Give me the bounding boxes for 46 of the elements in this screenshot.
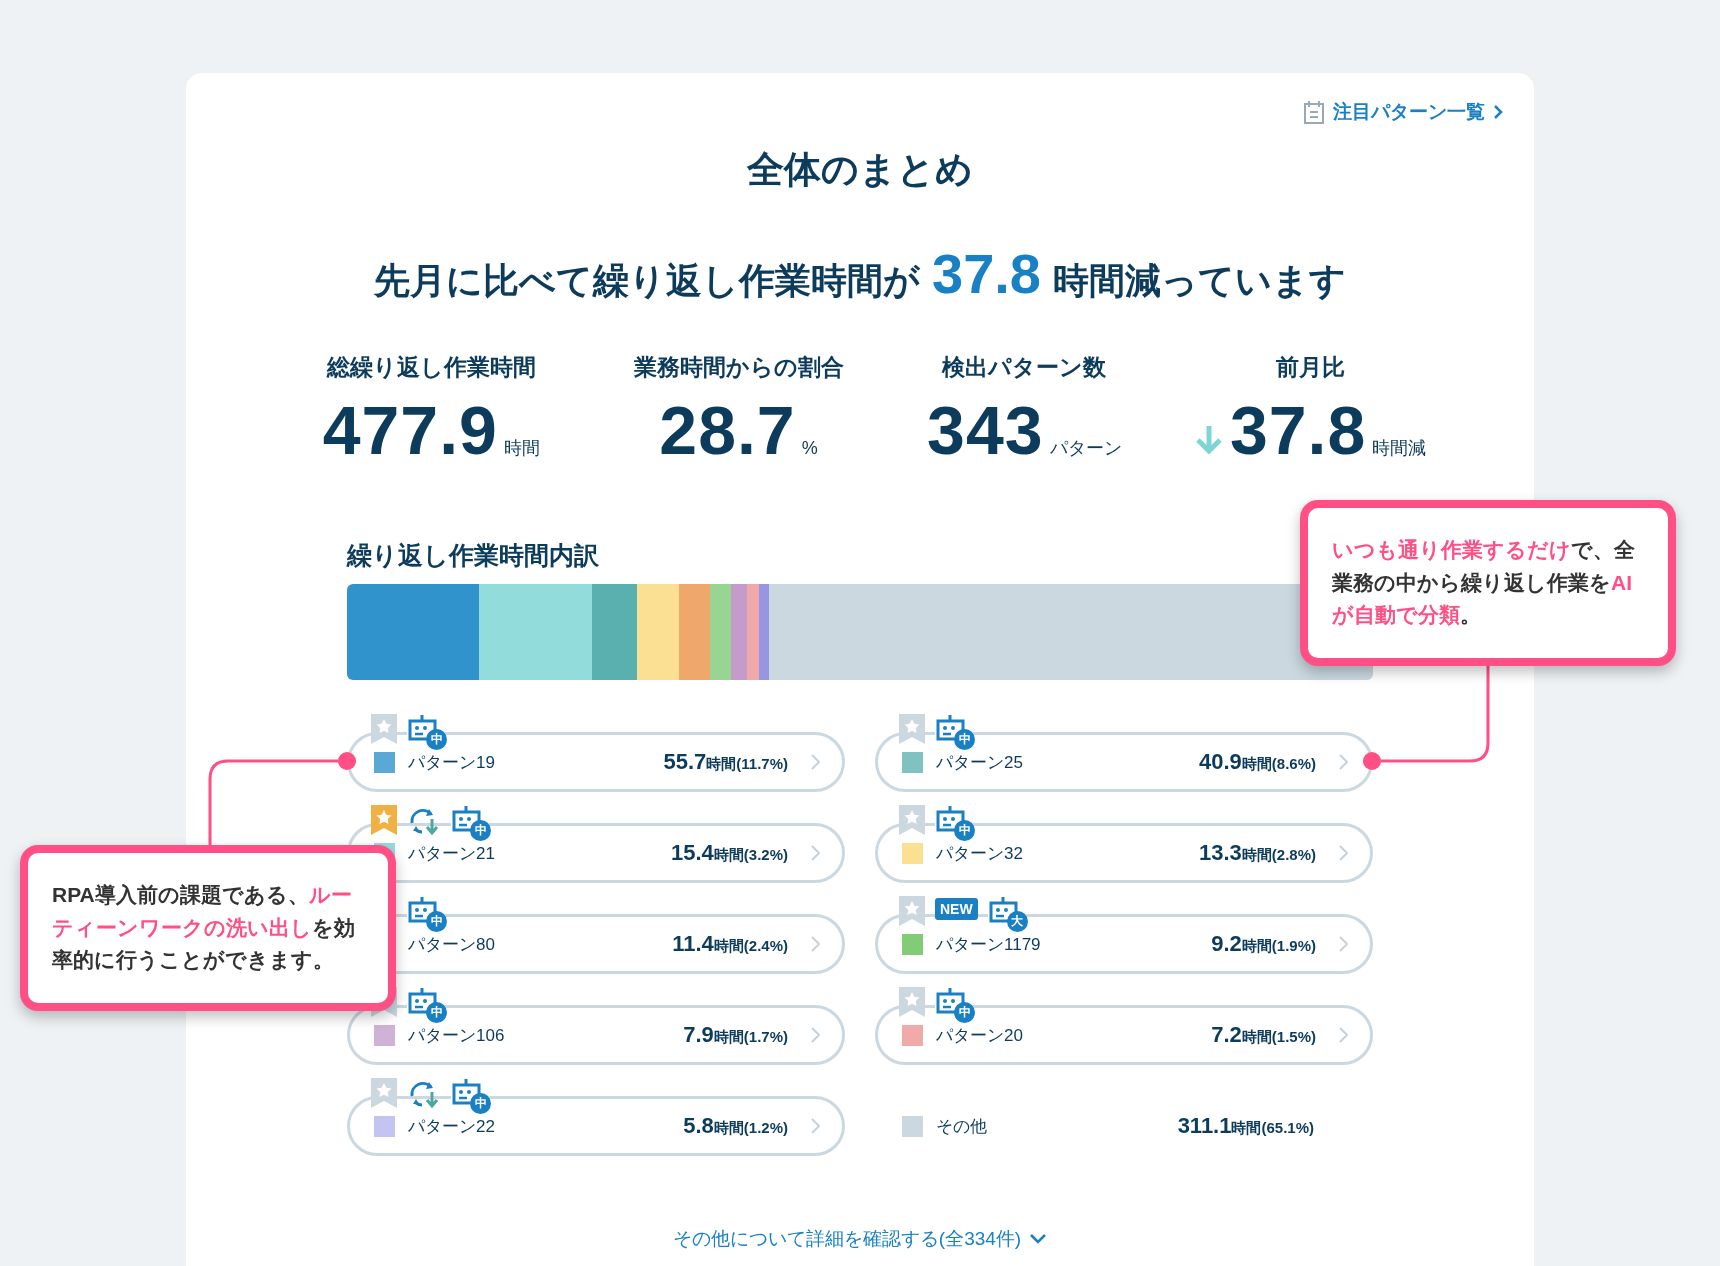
pattern-name: パターン25 [936,751,1024,774]
stat-label: 総繰り返し作業時間 [326,353,536,382]
stat-label: 検出パターン数 [942,353,1107,382]
pattern-time: 40.9時間(8.6%) [1199,749,1316,775]
callout-text: いつも通り作業するだけで、全業務の中から繰り返し作業をAIが自動で分類。 [1332,537,1636,629]
pattern-name: パターン80 [408,933,496,956]
stat-value: 343 [927,391,1044,469]
stat-unit: パターン [1049,437,1122,460]
pattern-name: パターン20 [936,1024,1024,1047]
new-badge: NEW [935,898,978,920]
stat-unit: % [801,438,818,459]
pattern-time: 311.1時間(65.1%) [1177,1113,1314,1139]
stat-value: 28.7 [659,391,796,469]
size-badge: 中 [470,1093,491,1114]
section-title: 繰り返し作業時間内訳 [347,540,599,571]
pattern-time: 11.4時間(2.4%) [672,931,788,957]
pattern-name: パターン1179 [936,933,1042,956]
size-badge: 中 [954,729,975,750]
size-badge: 大 [1006,911,1028,932]
stat-label: 前月比 [1275,353,1345,382]
size-badge: 中 [426,1002,447,1023]
pattern-time: 55.7時間(11.7%) [663,749,788,775]
pattern-name: その他 [936,1115,988,1138]
size-badge: 中 [954,1002,975,1023]
pattern-time: 15.4時間(3.2%) [671,840,788,866]
pattern-time: 5.8時間(1.2%) [683,1113,788,1139]
stat-label: 業務時間からの割合 [633,353,844,382]
headline: 先月に比べて繰り返し作業時間が 37.8 時間減っています [373,241,1347,306]
size-badge: 中 [954,820,975,841]
pattern-time: 7.9時間(1.7%) [683,1022,788,1048]
size-badge: 中 [470,820,491,841]
pattern-time: 7.2時間(1.5%) [1211,1022,1316,1048]
pattern-name: パターン21 [408,842,496,865]
stat-unit: 時間減 [1372,437,1427,460]
pattern-time: 13.3時間(2.8%) [1199,840,1316,866]
stat-value: 37.8 [1229,391,1367,469]
pattern-name: パターン22 [408,1115,496,1138]
size-badge: 中 [426,911,447,932]
pattern-time: 9.2時間(1.9%) [1211,931,1316,957]
page-title: 全体のまとめ [746,148,974,192]
size-badge: 中 [426,729,447,750]
pattern-name: パターン106 [408,1024,506,1047]
pattern-name: パターン32 [936,842,1024,865]
pattern-name: パターン19 [408,751,496,774]
stat-unit: 時間 [503,437,540,460]
stat-value: 477.9 [322,391,498,469]
